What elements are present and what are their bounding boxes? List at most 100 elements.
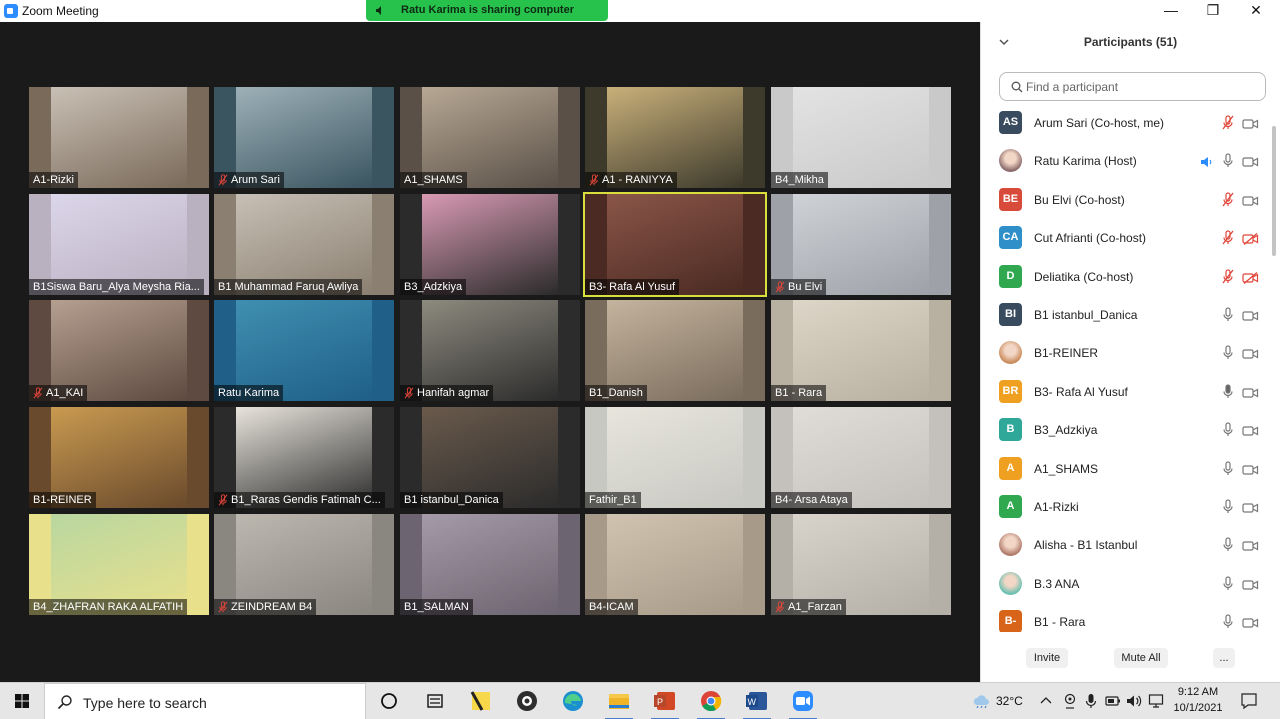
microphone-icon[interactable]: [1222, 153, 1234, 168]
task-view-circle-icon[interactable]: [367, 683, 411, 719]
microphone-icon[interactable]: [1222, 422, 1234, 437]
participant-row[interactable]: BR B3- Rafa Al Yusuf: [981, 373, 1269, 411]
video-tile[interactable]: Ratu Karima: [214, 300, 394, 401]
chrome-icon[interactable]: [689, 683, 733, 719]
microphone-icon[interactable]: [1222, 576, 1234, 591]
video-tile[interactable]: Hanifah agmar: [400, 300, 580, 401]
battery-icon[interactable]: [1105, 693, 1121, 709]
video-camera-icon[interactable]: [1242, 155, 1259, 167]
sharing-sound-banner[interactable]: Ratu Karima is sharing computer sound: [366, 0, 608, 37]
notification-icon[interactable]: [1240, 692, 1258, 710]
participant-row[interactable]: B- B1 - Rara: [981, 603, 1269, 632]
video-tile[interactable]: B4_ZHAFRAN RAKA ALFATIH: [29, 514, 209, 615]
microphone-icon[interactable]: [1222, 307, 1234, 322]
participant-row[interactable]: D Deliatika (Co-host): [981, 258, 1269, 296]
video-tile[interactable]: B1_SALMAN: [400, 514, 580, 615]
video-tile[interactable]: Bu Elvi: [771, 194, 951, 295]
video-tile[interactable]: B4_Mikha: [771, 87, 951, 188]
video-camera-icon[interactable]: [1242, 117, 1259, 129]
video-tile[interactable]: Arum Sari: [214, 87, 394, 188]
video-tile[interactable]: A1-Rizki: [29, 87, 209, 188]
participant-search-box[interactable]: [999, 72, 1266, 101]
participant-row[interactable]: B.3 ANA: [981, 565, 1269, 603]
participant-row[interactable]: A A1_SHAMS: [981, 450, 1269, 488]
more-options-button[interactable]: ...: [1213, 648, 1235, 668]
video-tile[interactable]: A1_SHAMS: [400, 87, 580, 188]
zoom-icon[interactable]: [781, 683, 825, 719]
microphone-icon[interactable]: [1222, 460, 1234, 476]
video-tile[interactable]: B4- Arsa Ataya: [771, 407, 951, 508]
video-camera-icon[interactable]: [1242, 463, 1259, 475]
minimize-button[interactable]: —: [1150, 0, 1192, 22]
windows-start-icon[interactable]: [0, 683, 44, 719]
mute-all-button[interactable]: Mute All: [1114, 648, 1168, 668]
participant-scrollbar-thumb[interactable]: [1272, 126, 1276, 256]
video-camera-icon[interactable]: [1242, 501, 1259, 513]
participant-row[interactable]: AS Arum Sari (Co-host, me): [981, 104, 1269, 142]
task-view-icon[interactable]: [413, 683, 457, 719]
participant-row[interactable]: Ratu Karima (Host): [981, 142, 1269, 180]
video-tile[interactable]: B1-REINER: [29, 407, 209, 508]
video-camera-icon[interactable]: [1242, 539, 1259, 551]
clock-time[interactable]: 9:12 AM: [1168, 686, 1228, 698]
chevron-up-icon[interactable]: [1040, 695, 1052, 705]
video-tile[interactable]: A1_Farzan: [771, 514, 951, 615]
participant-row[interactable]: Alisha - B1 Istanbul: [981, 526, 1269, 564]
video-off-icon[interactable]: [1242, 232, 1259, 246]
video-camera-icon[interactable]: [1242, 616, 1259, 628]
video-tile[interactable]: B1_Danish: [585, 300, 765, 401]
file-explorer-icon[interactable]: [597, 683, 641, 719]
video-tile[interactable]: B3_Adzkiya: [400, 194, 580, 295]
video-tile[interactable]: ZEINDREAM B4: [214, 514, 394, 615]
mic-muted-icon[interactable]: [1222, 115, 1234, 130]
video-tile[interactable]: B1 - Rara: [771, 300, 951, 401]
webcam-icon[interactable]: [1063, 693, 1077, 709]
video-camera-icon[interactable]: [1242, 424, 1259, 436]
video-tile[interactable]: Fathir_B1: [585, 407, 765, 508]
microphone-icon[interactable]: [1222, 537, 1234, 552]
microphone-icon[interactable]: [1222, 384, 1234, 399]
video-tile[interactable]: A1_KAI: [29, 300, 209, 401]
volume-icon[interactable]: [1126, 693, 1142, 709]
video-camera-icon[interactable]: [1242, 194, 1259, 206]
mic-muted-icon[interactable]: [1222, 230, 1234, 245]
participant-row[interactable]: CA Cut Afrianti (Co-host): [981, 219, 1269, 257]
microphone-icon[interactable]: [1222, 345, 1234, 360]
microphone-icon[interactable]: [1222, 614, 1234, 629]
video-tile[interactable]: B1 istanbul_Danica: [400, 407, 580, 508]
obs-icon[interactable]: [505, 683, 549, 719]
mic-muted-icon[interactable]: [1222, 268, 1234, 284]
restore-button[interactable]: ❐: [1192, 0, 1234, 22]
weather-temperature[interactable]: 32°C: [996, 694, 1023, 708]
video-camera-icon[interactable]: [1242, 347, 1259, 359]
sticky-notes-icon[interactable]: [459, 683, 503, 719]
video-tile[interactable]: B4-ICAM: [585, 514, 765, 615]
video-camera-icon[interactable]: [1242, 578, 1259, 590]
clock-date[interactable]: 10/1/2021: [1168, 702, 1228, 714]
taskbar-search-box[interactable]: Type here to search: [44, 683, 366, 719]
participant-search-input[interactable]: [1026, 79, 1256, 95]
close-button[interactable]: ✕: [1235, 0, 1277, 22]
invite-button[interactable]: Invite: [1026, 648, 1068, 668]
video-tile[interactable]: A1 - RANIYYA: [585, 87, 765, 188]
powerpoint-icon[interactable]: P: [643, 683, 687, 719]
weather-icon[interactable]: [972, 693, 990, 709]
video-tile[interactable]: B1_Raras Gendis Fatimah C...: [214, 407, 394, 508]
video-tile[interactable]: B3- Rafa Al Yusuf: [583, 192, 767, 297]
microphone-icon[interactable]: [1085, 693, 1097, 709]
participant-row[interactable]: B B3_Adzkiya: [981, 411, 1269, 449]
edge-icon[interactable]: [551, 683, 595, 719]
participant-row[interactable]: B1-REINER: [981, 334, 1269, 372]
mic-muted-icon[interactable]: [1222, 192, 1234, 207]
participant-row[interactable]: BE Bu Elvi (Co-host): [981, 181, 1269, 219]
microphone-icon[interactable]: [1222, 499, 1234, 514]
participant-row[interactable]: A A1-Rizki: [981, 488, 1269, 526]
video-camera-icon[interactable]: [1242, 386, 1259, 398]
video-tile[interactable]: B1Siswa Baru_Alya Meysha Ria...: [29, 194, 209, 295]
video-off-icon[interactable]: [1242, 271, 1259, 284]
word-icon[interactable]: W: [735, 683, 779, 719]
participant-row[interactable]: BI B1 istanbul_Danica: [981, 296, 1269, 334]
video-camera-icon[interactable]: [1242, 309, 1259, 321]
video-tile[interactable]: B1 Muhammad Faruq Awliya: [214, 194, 394, 295]
network-icon[interactable]: [1148, 693, 1164, 709]
